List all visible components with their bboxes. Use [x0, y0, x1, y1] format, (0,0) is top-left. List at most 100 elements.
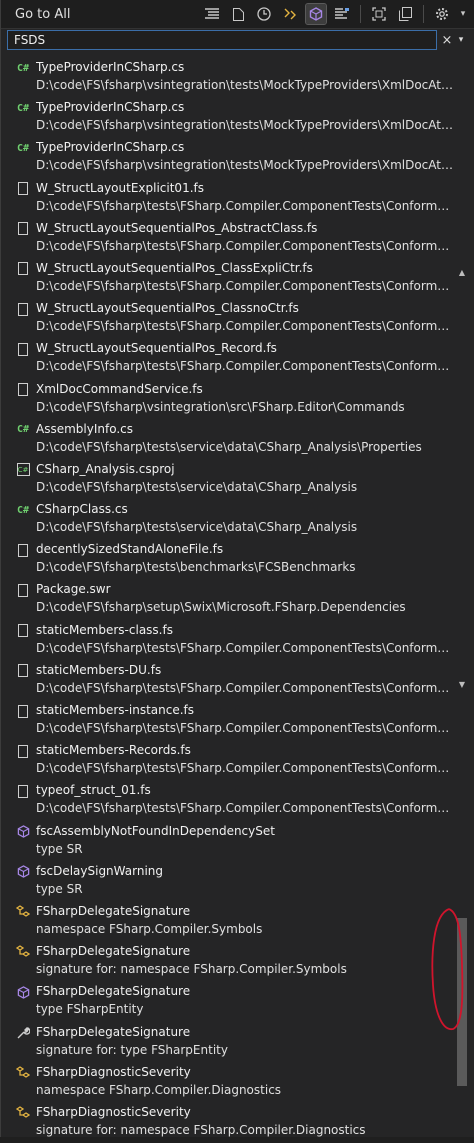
result-name: FSharpDelegateSignature: [36, 944, 191, 959]
result-path: D:\code\FS\fsharp\tests\FSharp.Compiler.…: [36, 721, 453, 735]
csharp-file-icon: C#: [16, 504, 30, 516]
result-name: TypeProviderInCSharp.cs: [36, 60, 185, 74]
file-icon: [15, 703, 31, 719]
result-path: D:\code\FS\fsharp\tests\service\data\CSh…: [36, 479, 358, 494]
file-icon: [15, 743, 31, 759]
result-name: CSharpClass.cs: [36, 502, 128, 517]
result-item[interactable]: decentlySizedStandAloneFile.fs D:\code\FS…: [1, 540, 453, 580]
result-item[interactable]: W_StructLayoutExplicit01.fs D:\code\FS\fs…: [1, 179, 453, 219]
result-path: D:\code\FS\fsharp\tests\FSharp.Compiler.…: [36, 319, 453, 334]
result-path: signature for: namespace FSharp.Compiler…: [36, 1122, 366, 1137]
file-icon: [15, 582, 31, 598]
result-item[interactable]: FSharpDiagnosticSeverity namespace FSharp…: [1, 1063, 453, 1103]
result-path: signature for: namespace FSharp.Compiler…: [36, 962, 347, 977]
result-name: W_StructLayoutSequentialPos_Record.fs: [36, 341, 277, 356]
result-path: D:\code\FS\fsharp\tests\service\data\CSh…: [36, 520, 358, 535]
file-icon: [15, 542, 31, 558]
result-path: D:\code\FS\fsharp\vsintegration\tests\Mo…: [36, 118, 453, 133]
result-item[interactable]: C# CSharpClass.cs D:\code\FS\fsharp\tests\…: [1, 500, 453, 540]
result-name: TypeProviderInCSharp.cs: [36, 100, 185, 115]
panel-title: Go to All: [15, 6, 71, 22]
result-path: D:\code\FS\fsharp\vsintegration\src\FSha…: [36, 399, 405, 414]
result-name: fscDelaySignWarning: [36, 863, 163, 878]
result-name: W_StructLayoutSequentialPos_ClassExpliCt…: [36, 260, 313, 275]
result-name: Package.swr: [36, 582, 111, 597]
scroll-up-icon[interactable]: ▲: [456, 268, 468, 277]
result-name: XmlDocCommandService.fs: [36, 381, 203, 396]
result-item[interactable]: FSharpDelegateSignature type FSharpEntity: [1, 982, 453, 1022]
go-to-all-panel: Go to All ▾ FSDS × ▾ C# TypeProviderInCS…: [0, 0, 474, 1137]
copy-icon[interactable]: [395, 4, 415, 24]
csharp-file-icon: C#: [16, 62, 30, 74]
close-icon[interactable]: ×: [439, 33, 455, 48]
file-icon: [15, 301, 31, 317]
result-item[interactable]: staticMembers-DU.fs D:\code\FS\fsharp\tes…: [1, 661, 453, 701]
result-name: typeof_struct_01.fs: [36, 783, 151, 798]
result-name: W_StructLayoutSequentialPos_ClassnoCtr.f…: [36, 301, 299, 316]
result-path: D:\code\FS\fsharp\vsintegration\tests\Mo…: [36, 158, 453, 173]
result-item[interactable]: FSharpDelegateSignature signature for: na…: [1, 942, 453, 982]
result-item[interactable]: fscAssemblyNotFoundInDependencySet type S…: [1, 822, 453, 862]
result-name: FSharpDiagnosticSeverity: [36, 1064, 191, 1079]
file-icon: [15, 221, 31, 237]
gear-icon[interactable]: [432, 4, 452, 24]
result-item[interactable]: C# AssemblyInfo.cs D:\code\FS\fsharp\tests…: [1, 420, 453, 460]
symbol-icon[interactable]: [332, 4, 352, 24]
result-path: D:\code\FS\fsharp\tests\FSharp.Compiler.…: [36, 359, 453, 374]
toolbar-separator: [423, 5, 424, 23]
result-path: type SR: [36, 841, 83, 856]
result-name: FSharpDiagnosticSeverity: [36, 1104, 191, 1119]
result-item[interactable]: C# CSharp_Analysis.csproj D:\code\FS\fshar…: [1, 460, 453, 500]
result-item[interactable]: Package.swr D:\code\FS\fsharp\setup\Swix\…: [1, 580, 453, 620]
csharp-file-icon: C#: [16, 142, 30, 154]
file-icon: [15, 382, 31, 398]
list-icon[interactable]: [202, 4, 222, 24]
result-item[interactable]: W_StructLayoutSequentialPos_ClassnoCtr.f…: [1, 299, 453, 339]
result-path: D:\code\FS\fsharp\tests\FSharp.Compiler.…: [36, 238, 453, 253]
file-icon[interactable]: [228, 4, 248, 24]
result-name: staticMembers-Records.fs: [36, 743, 191, 758]
toolbar: ▾: [202, 3, 474, 25]
result-item[interactable]: typeof_struct_01.fs D:\code\FS\fsharp\tes…: [1, 781, 453, 821]
file-icon: [15, 783, 31, 799]
search-input[interactable]: [7, 30, 437, 50]
scroll-down-icon[interactable]: ▼: [456, 680, 468, 689]
cube-icon: [15, 984, 31, 1000]
result-name: W_StructLayoutExplicit01.fs: [36, 180, 204, 195]
result-item[interactable]: W_StructLayoutSequentialPos_ClassExpliCt…: [1, 259, 453, 299]
result-name: FSharpDelegateSignature: [36, 903, 191, 918]
cube-icon[interactable]: [305, 3, 327, 25]
frame-icon[interactable]: [369, 4, 389, 24]
result-item[interactable]: C# TypeProviderInCSharp.cs D:\code\FS\fsha…: [1, 58, 453, 98]
result-item[interactable]: W_StructLayoutSequentialPos_Record.fs D:\…: [1, 339, 453, 379]
result-path: type SR: [36, 881, 83, 896]
toolbar-separator: [360, 5, 361, 23]
result-item[interactable]: C# TypeProviderInCSharp.cs D:\code\FS\fsha…: [1, 138, 453, 178]
result-item[interactable]: fscDelaySignWarning type SR: [1, 862, 453, 902]
file-icon: [15, 341, 31, 357]
result-item[interactable]: XmlDocCommandService.fs D:\code\FS\fsharp…: [1, 380, 453, 420]
chevron-down-icon[interactable]: ▾: [458, 4, 468, 24]
csproj-icon: C#: [15, 462, 31, 478]
struct-icon: [15, 1105, 31, 1121]
result-item[interactable]: staticMembers-class.fs D:\code\FS\fsharp\…: [1, 621, 453, 661]
result-item[interactable]: FSharpDelegateSignature signature for: ty…: [1, 1023, 453, 1063]
result-name: FSharpDelegateSignature: [36, 984, 191, 999]
result-path: D:\code\FS\fsharp\tests\service\data\CSh…: [36, 439, 422, 454]
result-item[interactable]: FSharpDelegateSignature namespace FSharp.…: [1, 902, 453, 942]
struct-icon: [15, 904, 31, 920]
file-icon: [15, 663, 31, 679]
clock-icon[interactable]: [254, 4, 274, 24]
result-item[interactable]: W_StructLayoutSequentialPos_AbstractClas…: [1, 219, 453, 259]
result-path: D:\code\FS\fsharp\tests\benchmarks\FCSBe…: [36, 560, 356, 575]
result-name: CSharp_Analysis.csproj: [36, 461, 175, 476]
struct-icon: [15, 944, 31, 960]
result-path: D:\code\FS\fsharp\tests\FSharp.Compiler.…: [36, 761, 453, 776]
cube-icon: [15, 864, 31, 880]
search-dropdown-button[interactable]: ▾: [455, 35, 467, 45]
result-item[interactable]: staticMembers-Records.fs D:\code\FS\fshar…: [1, 741, 453, 781]
result-item[interactable]: staticMembers-instance.fs D:\code\FS\fsha…: [1, 701, 453, 741]
struct-icon[interactable]: [280, 4, 300, 24]
result-item[interactable]: C# TypeProviderInCSharp.cs D:\code\FS\fsha…: [1, 98, 453, 138]
wrench-icon: [15, 1025, 31, 1041]
